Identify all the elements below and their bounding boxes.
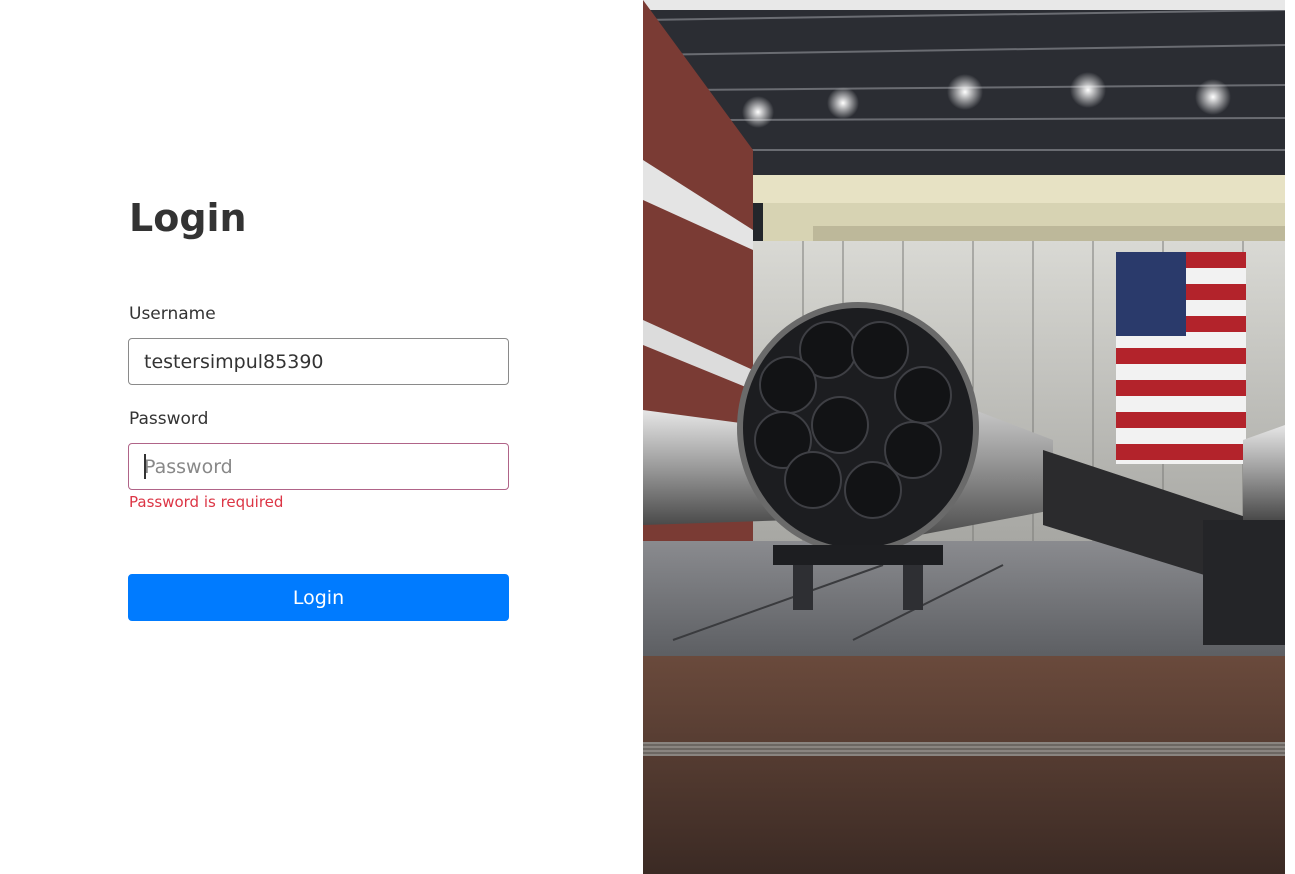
us-flag-icon <box>1116 252 1246 464</box>
login-button[interactable]: Login <box>128 574 509 621</box>
password-input[interactable] <box>128 443 509 490</box>
rocket-hangar-illustration <box>643 0 1285 874</box>
hero-image <box>643 0 1285 874</box>
username-input[interactable] <box>128 338 509 385</box>
username-label: Username <box>129 304 216 324</box>
login-panel: Login Username Password Password is requ… <box>0 0 643 874</box>
password-error-message: Password is required <box>129 493 284 511</box>
password-label: Password <box>129 409 209 429</box>
text-caret <box>144 454 146 479</box>
page-title: Login <box>129 196 247 240</box>
